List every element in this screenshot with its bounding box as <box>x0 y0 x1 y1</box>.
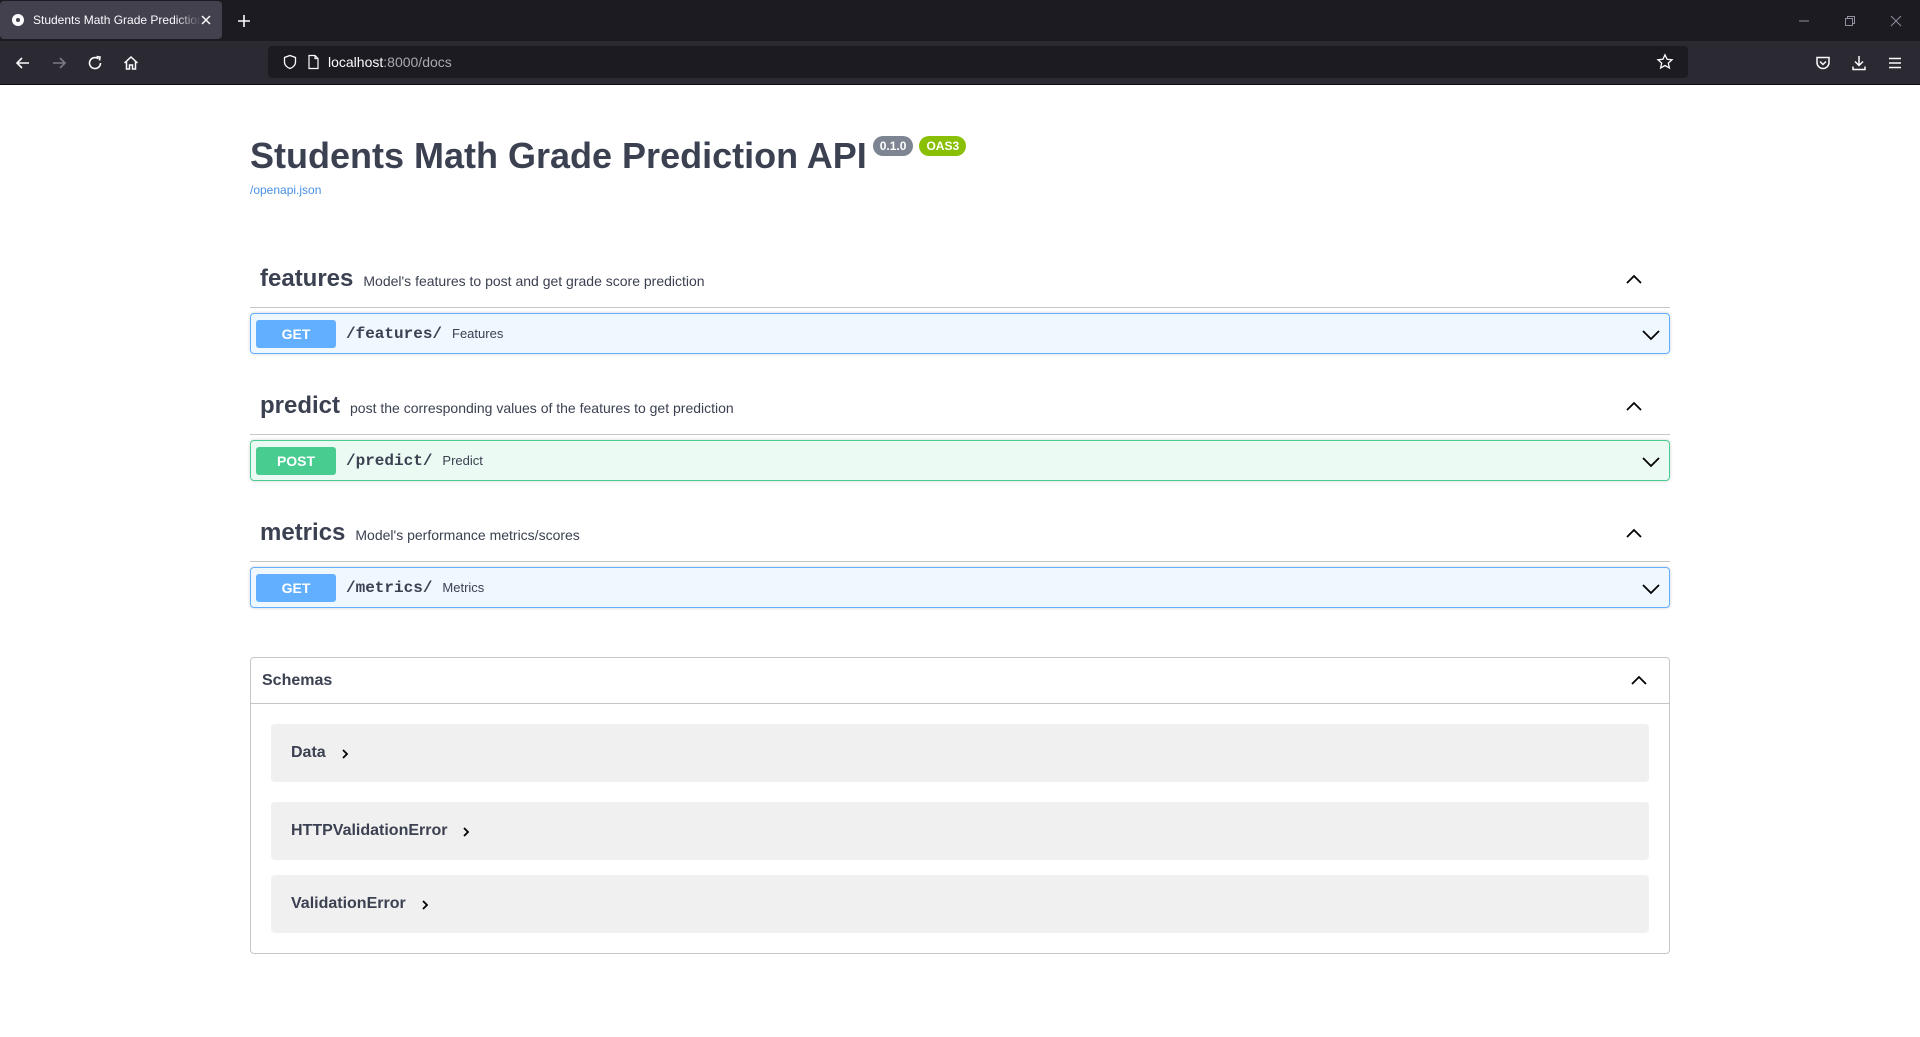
page-favicon-icon <box>12 14 24 26</box>
tag-header-metrics[interactable]: metrics Model's performance metrics/scor… <box>250 504 1670 562</box>
schemas-header[interactable]: Schemas <box>251 658 1669 704</box>
operation-summary: Metrics <box>442 580 485 595</box>
browser-nav-bar: localhost:8000/docs <box>0 41 1920 85</box>
reload-icon[interactable] <box>86 54 104 72</box>
close-window-icon[interactable] <box>1889 14 1903 28</box>
url-host: localhost <box>328 54 384 70</box>
schemas-section: Schemas Data HTTPValidationError Validat… <box>250 657 1670 954</box>
browser-tab[interactable]: Students Math Grade Prediction API - Swa… <box>0 1 222 39</box>
url-bar[interactable]: localhost:8000/docs <box>268 46 1688 78</box>
tab-title: Students Math Grade Prediction API - Swa… <box>33 13 201 27</box>
operation-get-features[interactable]: GET /features/ Features <box>250 313 1670 354</box>
chevron-up-icon[interactable] <box>1624 396 1644 416</box>
tag-name: predict <box>260 391 341 419</box>
minimize-window-icon[interactable] <box>1797 14 1811 28</box>
tag-description: Model's features to post and get grade s… <box>363 272 705 289</box>
close-tab-icon[interactable] <box>198 12 214 28</box>
menu-hamburger-icon[interactable] <box>1886 54 1904 72</box>
model-name: HTTPValidationError <box>291 822 448 839</box>
bookmark-star-icon[interactable] <box>1656 53 1674 71</box>
schemas-title: Schemas <box>262 671 333 689</box>
operation-get-metrics[interactable]: GET /metrics/ Metrics <box>250 567 1670 608</box>
tag-section-metrics: metrics Model's performance metrics/scor… <box>250 504 1670 608</box>
tag-header-features[interactable]: features Model's features to post and ge… <box>250 250 1670 308</box>
chevron-right-icon[interactable] <box>338 747 352 761</box>
url-path: :8000/docs <box>383 54 452 70</box>
tag-section-features: features Model's features to post and ge… <box>250 250 1670 354</box>
forward-arrow-icon[interactable] <box>50 54 68 72</box>
tag-section-predict: predict post the corresponding values of… <box>250 377 1670 481</box>
operation-post-predict[interactable]: POST /predict/ Predict <box>250 440 1670 481</box>
chevron-down-icon[interactable] <box>1641 325 1661 345</box>
operation-summary: Features <box>452 326 504 341</box>
page-info-icon[interactable] <box>305 54 321 70</box>
tag-name: features <box>260 264 354 292</box>
schema-model-data[interactable]: Data <box>271 724 1649 782</box>
chevron-up-icon[interactable] <box>1629 670 1649 690</box>
schema-model-validationerror[interactable]: ValidationError <box>271 875 1649 933</box>
method-badge: POST <box>256 446 336 475</box>
downloads-icon[interactable] <box>1850 54 1868 72</box>
api-info: Students Math Grade Prediction API 0.1.0… <box>250 134 967 178</box>
method-badge: GET <box>256 319 336 348</box>
back-arrow-icon[interactable] <box>14 54 32 72</box>
operation-path: /features/ <box>346 324 443 343</box>
operation-summary: Predict <box>442 453 483 468</box>
chevron-up-icon[interactable] <box>1624 269 1644 289</box>
oas-badge: OAS3 <box>919 136 967 156</box>
chevron-right-icon[interactable] <box>418 898 432 912</box>
operation-path: /predict/ <box>346 451 433 470</box>
tracking-protection-shield-icon[interactable] <box>282 54 298 70</box>
chevron-down-icon[interactable] <box>1641 452 1661 472</box>
url-text: localhost:8000/docs <box>328 54 452 70</box>
tag-description: post the corresponding values of the fea… <box>350 399 734 416</box>
operation-path: /metrics/ <box>346 578 433 597</box>
browser-tab-bar: Students Math Grade Prediction API - Swa… <box>0 0 1920 41</box>
schema-model-httpvalidationerror[interactable]: HTTPValidationError <box>271 802 1649 860</box>
chevron-right-icon[interactable] <box>459 825 473 839</box>
chevron-up-icon[interactable] <box>1624 523 1644 543</box>
chevron-down-icon[interactable] <box>1641 579 1661 599</box>
api-title: Students Math Grade Prediction API <box>250 135 867 176</box>
version-badge: 0.1.0 <box>872 136 914 156</box>
openapi-json-link[interactable]: /openapi.json <box>250 183 321 197</box>
tag-header-predict[interactable]: predict post the corresponding values of… <box>250 377 1670 435</box>
pocket-icon[interactable] <box>1814 54 1832 72</box>
home-icon[interactable] <box>122 54 140 72</box>
tag-description: Model's performance metrics/scores <box>355 526 580 543</box>
tag-name: metrics <box>260 518 346 546</box>
new-tab-icon[interactable] <box>236 13 252 29</box>
method-badge: GET <box>256 573 336 602</box>
model-name: ValidationError <box>291 895 406 912</box>
model-name: Data <box>291 744 326 761</box>
restore-window-icon[interactable] <box>1843 14 1857 28</box>
